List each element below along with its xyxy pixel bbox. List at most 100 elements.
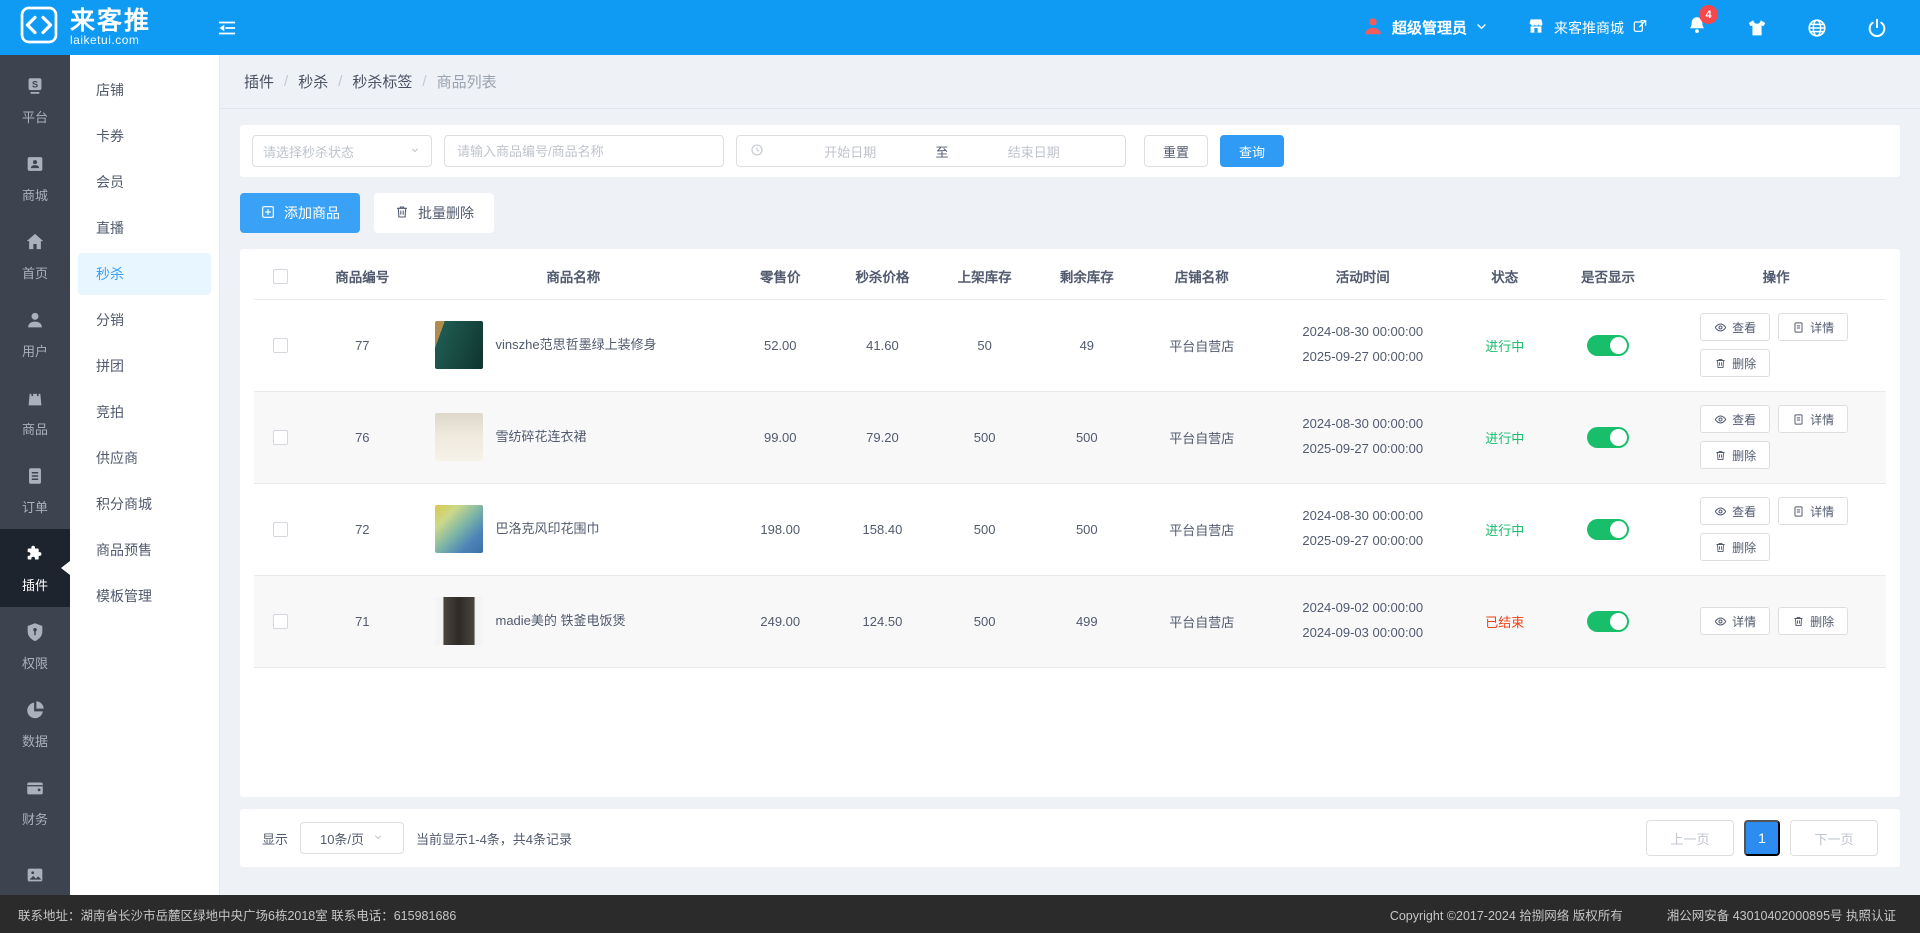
breadcrumb-item[interactable]: 秒杀标签 <box>352 71 412 92</box>
main-content: 插件 / 秒杀 / 秒杀标签 / 商品列表 请选择秒杀状态 请输入商品编号/商品… <box>220 55 1920 895</box>
activity-time: 2024-08-30 00:00:00 2025-09-27 00:00:00 <box>1265 483 1460 576</box>
breadcrumb-item[interactable]: 插件 <box>244 71 274 92</box>
activity-time: 2024-08-30 00:00:00 2025-09-27 00:00:00 <box>1265 299 1460 392</box>
subnav-item-presale[interactable]: 商品预售 <box>70 527 219 573</box>
retail-price: 52.00 <box>729 299 832 392</box>
subnav-item-auction[interactable]: 竞拍 <box>70 389 219 435</box>
product-table-card: 商品编号 商品名称 零售价 秒杀价格 上架库存 剩余库存 店铺名称 活动时间 状… <box>240 249 1900 797</box>
avatar <box>1362 15 1384 40</box>
mall-link[interactable]: 来客推商城 <box>1526 16 1648 39</box>
logo[interactable]: 来客推 laiketui.com <box>0 6 210 49</box>
stock: 500 <box>933 483 1036 576</box>
select-all-checkbox[interactable] <box>273 268 289 284</box>
view-button[interactable]: 查看 <box>1700 405 1771 433</box>
reset-button[interactable]: 重置 <box>1144 135 1209 167</box>
sidebar-item-finance[interactable]: 财务 <box>0 763 70 841</box>
subnav-item-seckill[interactable]: 秒杀 <box>78 253 211 295</box>
subnav-item-live[interactable]: 直播 <box>70 205 219 251</box>
seckill-price: 41.60 <box>831 299 934 392</box>
table-row: 76 雪纺碎花连衣裙 99.00 79.20 500 500 平台自营店 202… <box>254 391 1886 484</box>
prev-page-button[interactable]: 上一页 <box>1646 820 1734 856</box>
detail-button[interactable]: 详情 <box>1778 405 1849 433</box>
product-name: vinszhe范思哲墨绿上装修身 <box>495 336 657 352</box>
sidebar-item-goods[interactable]: 商品 <box>0 373 70 451</box>
page-footer: 联系地址：湖南省长沙市岳麓区绿地中央广场6栋2018室 联系电话：6159816… <box>0 895 1920 933</box>
table-row: 71 madie美的 铁釜电饭煲 249.00 124.50 500 499 平… <box>254 575 1886 668</box>
product-search-input[interactable] <box>457 143 711 159</box>
clock-icon <box>749 142 765 161</box>
remaining-stock: 499 <box>1035 575 1138 668</box>
row-checkbox[interactable] <box>273 338 289 354</box>
product-image <box>435 413 484 461</box>
collapse-menu-icon[interactable] <box>216 17 238 39</box>
plus-square-icon <box>260 204 276 223</box>
product-id: 72 <box>307 483 418 576</box>
subnav-item-member[interactable]: 会员 <box>70 159 219 205</box>
breadcrumb-current: 商品列表 <box>436 74 497 91</box>
batch-delete-button[interactable]: 批量删除 <box>374 193 494 233</box>
row-checkbox[interactable] <box>273 522 289 538</box>
product-table: 商品编号 商品名称 零售价 秒杀价格 上架库存 剩余库存 店铺名称 活动时间 状… <box>254 253 1886 668</box>
detail-button[interactable]: 详情 <box>1700 607 1771 635</box>
breadcrumb-item[interactable]: 秒杀 <box>298 71 328 92</box>
seckill-price: 158.40 <box>831 483 934 576</box>
remaining-stock: 500 <box>1035 483 1138 576</box>
sidebar-item-platform[interactable]: S 平台 <box>0 61 70 139</box>
sidebar-item-order[interactable]: 订单 <box>0 451 70 529</box>
power-icon[interactable] <box>1866 17 1888 39</box>
store-name: 平台自营店 <box>1137 391 1266 484</box>
globe-icon[interactable] <box>1806 17 1828 39</box>
notification-bell[interactable]: 4 <box>1686 5 1718 41</box>
sidebar-item-mall[interactable]: 商城 <box>0 139 70 217</box>
sidebar-item-data[interactable]: 数据 <box>0 685 70 763</box>
finance-wallet-icon <box>24 777 46 802</box>
visibility-toggle[interactable] <box>1586 426 1629 448</box>
subnav-item-groupbuy[interactable]: 拼团 <box>70 343 219 389</box>
view-button[interactable]: 查看 <box>1700 497 1771 525</box>
primary-sidebar: S 平台 商城 首页 用户 商品 订单 插件 权限 数据 财务 <box>0 55 70 895</box>
date-range-picker[interactable]: 开始日期 至 结束日期 <box>736 135 1126 167</box>
subnav-item-coupon[interactable]: 卡券 <box>70 113 219 159</box>
query-button[interactable]: 查询 <box>1220 135 1285 167</box>
row-checkbox[interactable] <box>273 614 289 630</box>
admin-app: 来客推 laiketui.com 超级管理员 来客推商城 4 S 平台 商城 首… <box>0 0 1920 933</box>
subnav-item-template[interactable]: 模板管理 <box>70 573 219 619</box>
add-product-button[interactable]: 添加商品 <box>240 193 360 233</box>
visibility-toggle[interactable] <box>1586 610 1629 632</box>
row-checkbox[interactable] <box>273 430 289 446</box>
product-search-field <box>444 135 724 167</box>
page-size-select[interactable]: 10条/页 <box>300 822 405 854</box>
table-row: 72 巴洛克风印花围巾 198.00 158.40 500 500 平台自营店 <box>254 483 1886 576</box>
user-menu[interactable]: 超级管理员 <box>1362 15 1488 40</box>
pagination-bar: 显示 10条/页 当前显示1-4条，共4条记录 上一页 1 下一页 <box>240 809 1900 867</box>
sidebar-item-user[interactable]: 用户 <box>0 295 70 373</box>
current-page-button[interactable]: 1 <box>1744 820 1780 856</box>
subnav-item-supplier[interactable]: 供应商 <box>70 435 219 481</box>
sidebar-item-home[interactable]: 首页 <box>0 217 70 295</box>
subnav-item-distribution[interactable]: 分销 <box>70 297 219 343</box>
start-date-placeholder[interactable]: 开始日期 <box>771 142 930 161</box>
visibility-toggle[interactable] <box>1586 334 1629 356</box>
tshirt-icon[interactable] <box>1746 17 1768 39</box>
end-date-placeholder[interactable]: 结束日期 <box>955 142 1114 161</box>
sidebar-item-plugin[interactable]: 插件 <box>0 529 70 607</box>
sidebar-item-media[interactable] <box>0 841 70 895</box>
detail-button[interactable]: 详情 <box>1778 313 1849 341</box>
visibility-toggle[interactable] <box>1586 518 1629 540</box>
delete-button[interactable]: 删除 <box>1700 533 1771 561</box>
date-separator: 至 <box>935 144 949 160</box>
subnav-item-points-mall[interactable]: 积分商城 <box>70 481 219 527</box>
delete-button[interactable]: 删除 <box>1778 607 1849 635</box>
subnav-item-shop[interactable]: 店铺 <box>70 67 219 113</box>
store-icon <box>1526 16 1546 39</box>
retail-price: 198.00 <box>729 483 832 576</box>
footer-record: 湘公网安备 43010402000895号 执照认证 <box>1666 908 1896 923</box>
view-button[interactable]: 查看 <box>1700 313 1771 341</box>
sidebar-item-permission[interactable]: 权限 <box>0 607 70 685</box>
seckill-status-select[interactable]: 请选择秒杀状态 <box>252 135 432 167</box>
next-page-button[interactable]: 下一页 <box>1790 820 1878 856</box>
page-size-label: 显示 <box>262 831 289 847</box>
delete-button[interactable]: 删除 <box>1700 349 1771 377</box>
delete-button[interactable]: 删除 <box>1700 441 1771 469</box>
detail-button[interactable]: 详情 <box>1778 497 1849 525</box>
